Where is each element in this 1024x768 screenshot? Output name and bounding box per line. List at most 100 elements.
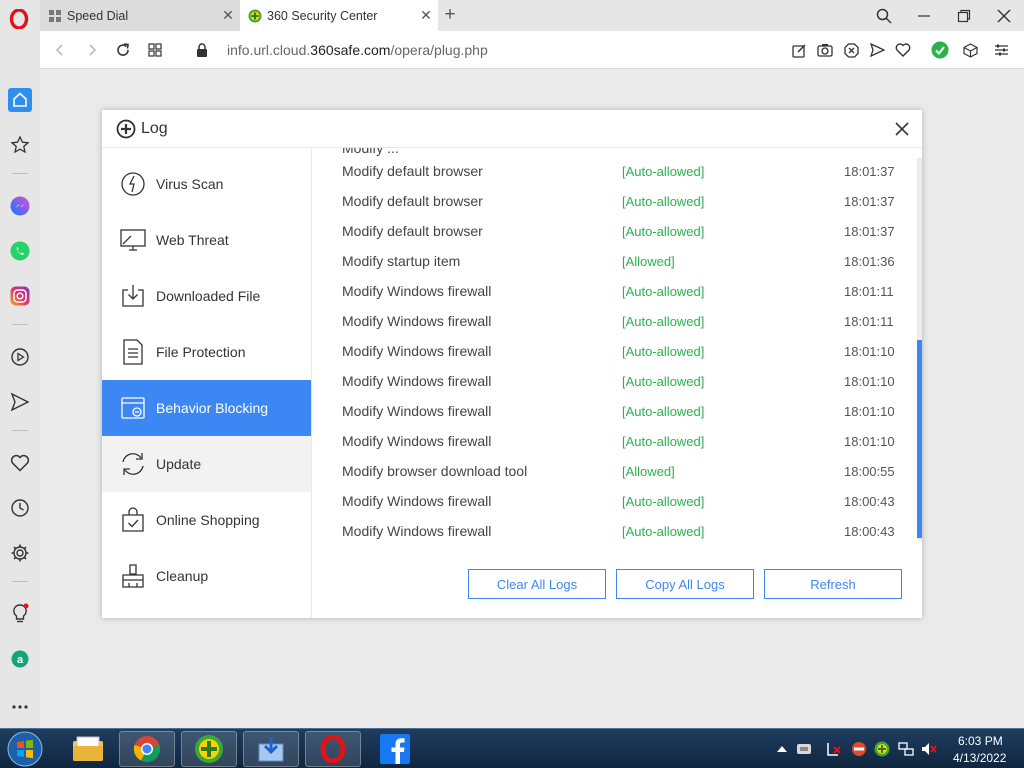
taskbar-chrome[interactable] [119,731,175,767]
start-orb-icon[interactable] [4,730,46,768]
tray-network-icon[interactable] [898,741,914,757]
log-action: Modify Windows firewall [342,343,492,359]
log-row[interactable]: Modify Windows firewall [Auto-allowed] 18:… [313,366,903,396]
log-result: [Allowed] [622,254,675,269]
reload-icon[interactable] [113,40,133,60]
log-result: [Auto-allowed] [622,494,705,509]
tips-bulb-icon[interactable] [8,602,32,626]
tab-360-security-center[interactable]: 360 Security Center ✕ [240,0,438,31]
log-row[interactable]: Modify default browser [Auto-allowed] 18:0… [313,156,903,186]
nav-item-update[interactable]: Update [102,436,311,492]
file-protection-icon [123,339,143,365]
lock-icon[interactable] [192,40,212,60]
copy-all-logs-button[interactable]: Copy All Logs [616,569,754,599]
tab-close-icon[interactable]: ✕ [414,7,438,24]
search-tabs-icon[interactable] [864,0,904,31]
nav-item-web-threat[interactable]: Web Threat [102,212,311,268]
log-row[interactable]: Modify Windows firewall [Auto-allowed] 18:… [313,336,903,366]
log-row[interactable]: Modify Windows firewall [Auto-allowed] 18:… [313,516,903,545]
nav-item-behavior-blocking[interactable]: Behavior Blocking [102,380,311,436]
tab-close-icon[interactable]: ✕ [216,7,240,24]
nav-item-file-protection[interactable]: File Protection [102,324,311,380]
tab-speed-dial[interactable]: Speed Dial ✕ [40,0,240,31]
log-action: Modify Windows firewall [342,403,492,419]
log-result: [Auto-allowed] [622,434,705,449]
downloads-folder-icon [258,737,284,762]
log-row[interactable]: Modify Windows firewall [Auto-allowed] 18:… [313,426,903,456]
log-action: Modify ... [342,148,399,156]
cleanup-icon [122,564,144,588]
show-hidden-icons-icon[interactable] [774,741,790,757]
messenger-icon[interactable] [8,194,32,218]
tray-360-icon[interactable] [874,741,890,757]
taskbar-downloads[interactable] [243,731,299,767]
close-window-icon[interactable] [984,0,1024,31]
log-row[interactable]: Modify Windows firewall [Auto-allowed] 18:… [313,306,903,336]
extensions-cube-icon[interactable] [960,40,980,60]
tray-blocked-icon[interactable] [851,741,867,757]
clock-time[interactable]: 6:03 PM [958,734,1003,748]
tray-volume-muted-icon[interactable] [921,741,937,757]
home-icon[interactable] [8,88,32,112]
nav-item-online-shopping[interactable]: Online Shopping [102,492,311,548]
log-result: [Auto-allowed] [622,344,705,359]
taskbar-facebook[interactable] [367,731,423,767]
extension-check-icon[interactable] [930,40,950,60]
more-dots-icon[interactable] [8,695,32,719]
log-row[interactable]: Modify browser download tool [Allowed] 18:… [313,456,903,486]
settings-gear-icon[interactable] [8,541,32,565]
log-row[interactable]: Modify default browser [Auto-allowed] 18:0… [313,186,903,216]
new-tab-icon[interactable]: + [442,4,458,26]
taskbar-360-security[interactable] [181,731,237,767]
log-result: [Auto-allowed] [622,374,705,389]
maximize-icon[interactable] [944,0,984,31]
my-favorites-heart-icon[interactable] [8,451,32,475]
aria-assistant-icon[interactable]: a [8,647,32,671]
opera-menu-icon[interactable] [9,9,29,29]
log-row[interactable]: Modify Windows firewall [Auto-allowed] 18:… [313,276,903,306]
log-row[interactable]: Modify default browser [Auto-allowed] 18:0… [313,216,903,246]
log-action: Modify default browser [342,223,483,239]
refresh-button[interactable]: Refresh [764,569,902,599]
close-icon[interactable] [892,119,912,139]
web-threat-icon [120,229,146,251]
nav-item-virus-scan[interactable]: Virus Scan [102,156,311,212]
minimize-icon[interactable] [904,0,944,31]
clear-all-logs-button[interactable]: Clear All Logs [468,569,606,599]
nav-item-downloaded-file[interactable]: Downloaded File [102,268,311,324]
nav-label: Virus Scan [156,176,224,192]
camera-icon[interactable] [815,40,835,60]
send-icon[interactable] [867,40,887,60]
clock-date[interactable]: 4/13/2022 [953,751,1006,765]
forward-icon[interactable] [82,40,102,60]
flow-send-icon[interactable] [8,390,32,414]
log-row[interactable]: Modify startup item [Allowed] 18:01:36 [313,246,903,276]
tray-usb-icon[interactable] [796,741,812,757]
snap-edit-icon[interactable] [789,40,809,60]
nav-label: Cleanup [156,568,209,584]
nav-label: File Protection [156,344,246,360]
log-row[interactable]: Modify Windows firewall [Auto-allowed] 18:… [313,396,903,426]
nav-item-cleanup[interactable]: Cleanup [102,548,311,604]
player-icon[interactable] [8,345,32,369]
url-prefix: info.url.cloud. [227,42,311,58]
windows-taskbar: 6:03 PM 4/13/2022 [0,728,1024,768]
history-clock-icon[interactable] [8,496,32,520]
taskbar-opera[interactable] [305,731,361,767]
block-ads-icon[interactable] [841,40,861,60]
tray-action-center-icon[interactable] [826,741,842,757]
nav-label: Web Threat [156,232,229,248]
instagram-icon[interactable] [8,284,32,308]
speed-dial-icon [49,9,61,22]
easy-setup-icon[interactable] [991,40,1011,60]
bookmarks-star-icon[interactable] [8,133,32,157]
url-field[interactable]: info.url.cloud.360safe.com/opera/plug.ph… [227,42,488,58]
tab-grid-icon[interactable] [145,40,165,60]
back-icon[interactable] [50,40,70,60]
heart-icon[interactable] [893,40,913,60]
whatsapp-icon[interactable] [8,239,32,263]
taskbar-explorer[interactable] [60,731,116,767]
scrollbar-thumb[interactable] [917,340,922,538]
log-row[interactable]: Modify Windows firewall [Auto-allowed] 18:… [313,486,903,516]
log-list-viewport[interactable]: Modify ... Modify default browser [Auto-a… [313,148,922,545]
